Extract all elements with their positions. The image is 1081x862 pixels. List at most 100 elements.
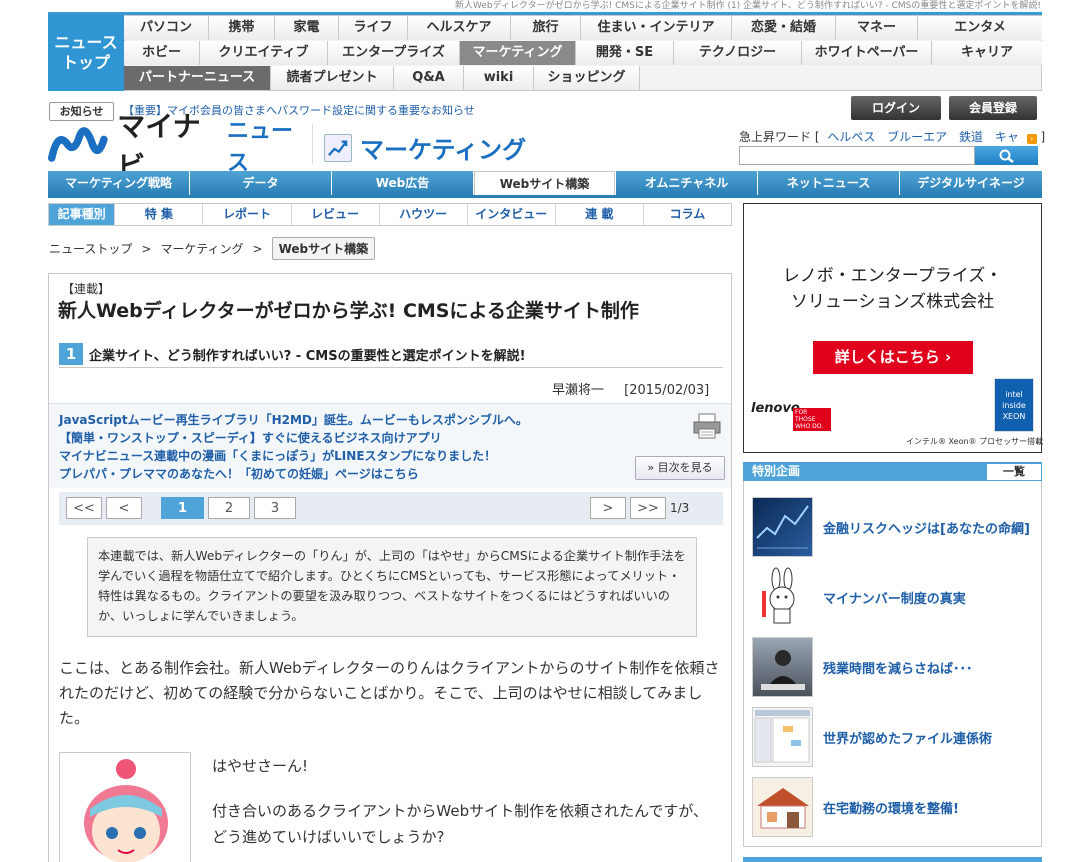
related-links: JavaScriptムービー再生ライブラリ「H2MD」誕生。ムービーもレスポンシ… xyxy=(59,411,528,483)
sidebar-bottom-bar xyxy=(743,857,1042,862)
news-top-label-1: ニュース xyxy=(54,33,118,52)
trend-word[interactable]: ヘルペス xyxy=(827,130,875,144)
search-icon xyxy=(999,149,1014,163)
section-logo[interactable]: マーケティング xyxy=(324,130,526,165)
pager-page-current[interactable]: 1 xyxy=(161,497,204,519)
nav-item[interactable]: クリエイティブ xyxy=(200,41,328,65)
news-top-button[interactable]: ニュース トップ xyxy=(48,15,124,91)
category-tab[interactable]: ネットニュース xyxy=(758,171,899,195)
pager-prev[interactable]: < xyxy=(106,497,142,519)
mynavi-logo-mark xyxy=(48,127,108,162)
trend-word[interactable]: ブルーエア xyxy=(887,130,947,144)
pager-first[interactable]: << xyxy=(66,497,102,519)
trend-words: 急上昇ワード [ ヘルペス ブルーエア 鉄道 キャ › ] xyxy=(739,130,1046,144)
pager-next[interactable]: > xyxy=(590,497,626,519)
toc-button[interactable]: » 目次を見る xyxy=(635,456,725,480)
print-icon[interactable] xyxy=(692,412,722,440)
category-tab[interactable]: オムニチャネル xyxy=(616,171,757,195)
nav-item[interactable]: wiki xyxy=(464,66,534,90)
category-tab[interactable]: デジタルサイネージ xyxy=(900,171,1042,195)
category-tabs: マーケティング戦略 データ Web広告 Webサイト構築 オムニチャネル ネット… xyxy=(48,171,1042,195)
nav-item[interactable]: ホワイトペーパー xyxy=(802,41,932,65)
special-item[interactable]: 金融リスクヘッジは[あなたの命綱] xyxy=(752,497,1034,557)
speech-line-rin-1: はやせさーん! xyxy=(212,757,309,775)
lead-text: 本連載では、新人Webディレクターの「りん」が、上司の「はやせ」からCMSによる… xyxy=(87,537,697,637)
trend-word[interactable]: キャ xyxy=(995,130,1019,144)
breadcrumb-current: Webサイト構築 xyxy=(271,237,376,260)
house-thumb-icon xyxy=(752,777,813,837)
breadcrumb-link[interactable]: ニューストップ xyxy=(49,240,132,257)
breadcrumb-link[interactable]: マーケティング xyxy=(160,240,243,257)
special-item[interactable]: マイナンバー制度の真実 xyxy=(752,567,1034,627)
article-type-item[interactable]: インタビュー xyxy=(466,204,555,225)
ad-details-button[interactable]: 詳しくはこちら › xyxy=(813,341,973,374)
search-input[interactable] xyxy=(739,146,975,165)
ad-title-line: レノボ・エンタープライズ・ xyxy=(782,266,1003,286)
nav-row-2: ホビー クリエイティブ エンタープライズ マーケティング 開発・SE テクノロジ… xyxy=(124,41,1042,65)
article-type-item[interactable]: コラム xyxy=(642,204,731,225)
special-item[interactable]: 在宅勤務の環境を整備! xyxy=(752,777,1034,837)
nav-item[interactable]: Q&A xyxy=(394,66,464,90)
related-link[interactable]: プレパパ・プレママのあなたへ！「初めての妊娠」ページはこちら xyxy=(59,465,528,483)
logo-news: ニュース xyxy=(227,119,294,176)
article-type-item[interactable]: ハウツー xyxy=(378,204,467,225)
body-paragraph: ここは、とある制作会社。新人Webディレクターのりんはクライアントからのサイト制… xyxy=(59,659,720,727)
mynavi-logo[interactable]: マイナビ ニュース xyxy=(48,110,308,183)
intel-xeon-badge: intel inside XEON xyxy=(994,378,1034,432)
search-button[interactable] xyxy=(975,146,1038,165)
breadcrumb-separator: > xyxy=(252,241,263,256)
nav-item[interactable]: 読者プレゼント xyxy=(271,66,394,90)
category-tab-selected[interactable]: Webサイト構築 xyxy=(474,171,615,195)
publish-date: [2015/02/03] xyxy=(624,383,710,398)
related-link[interactable]: マイナビニュース連載中の漫画「くまにっぽう」がLINEスタンプになりました！ xyxy=(59,447,528,465)
chevron-right-icon: › xyxy=(945,348,952,366)
news-top-label-2: トップ xyxy=(61,53,110,72)
special-all-button[interactable]: 一覧 xyxy=(986,463,1042,481)
nav-item[interactable]: 開発・SE xyxy=(576,41,674,65)
nav-item[interactable]: ホビー xyxy=(124,41,200,65)
special-item-label: 世界が認めたファイル連係術 xyxy=(823,731,993,747)
nav-item[interactable]: パソコン xyxy=(124,16,209,40)
nav-item[interactable]: エンタメ xyxy=(918,16,1042,40)
nav-item[interactable]: ショッピング xyxy=(534,66,640,90)
special-item[interactable]: 世界が認めたファイル連係術 xyxy=(752,707,1034,767)
nav-item[interactable]: マネー xyxy=(836,16,918,40)
pager-page[interactable]: 2 xyxy=(208,497,250,519)
category-tab[interactable]: マーケティング戦略 xyxy=(48,171,189,195)
special-item[interactable]: 残業時間を減らさねば･･･ xyxy=(752,637,1034,697)
nav-item[interactable]: テクノロジー xyxy=(674,41,802,65)
pager-last[interactable]: >> xyxy=(630,497,666,519)
related-link[interactable]: JavaScriptムービー再生ライブラリ「H2MD」誕生。ムービーもレスポンシ… xyxy=(59,411,528,429)
nav-item[interactable]: ヘルスケア xyxy=(408,16,511,40)
trend-next-icon[interactable]: › xyxy=(1026,134,1037,144)
nav-item[interactable]: 家電 xyxy=(275,16,339,40)
breadcrumb-separator: > xyxy=(141,241,152,256)
special-item-label: 金融リスクヘッジは[あなたの命綱] xyxy=(823,521,1030,537)
login-button[interactable]: ログイン xyxy=(851,96,941,120)
nav-item[interactable]: キャリア xyxy=(932,41,1042,65)
nav-item[interactable]: 携帯 xyxy=(209,16,275,40)
trend-word[interactable]: 鉄道 xyxy=(959,130,983,144)
nav-item[interactable]: エンタープライズ xyxy=(328,41,460,65)
article-type-item[interactable]: レビュー xyxy=(290,204,379,225)
article-type-item[interactable]: 連 載 xyxy=(554,204,643,225)
category-tab[interactable]: Web広告 xyxy=(332,171,473,195)
special-item-label: 残業時間を減らさねば･･･ xyxy=(823,661,973,677)
nav-item-partner[interactable]: パートナーニュース xyxy=(124,66,271,90)
article-type-bar: 記事種別 特 集 レポート レビュー ハウツー インタビュー 連 載 コラム xyxy=(48,203,732,226)
nav-row-1: パソコン 携帯 家電 ライフ ヘルスケア 旅行 住まい・インテリア 恋愛・結婚 … xyxy=(124,16,1042,40)
nav-item[interactable]: 恋愛・結婚 xyxy=(732,16,836,40)
nav-item[interactable]: 旅行 xyxy=(511,16,581,40)
screenshot-thumb-icon xyxy=(752,707,813,767)
pager-count: 1/3 xyxy=(670,501,690,515)
related-link[interactable]: 【簡単・ワンストップ・スピーディ】すぐに使えるビジネス向けアプリ xyxy=(59,429,528,447)
nav-item-selected[interactable]: マーケティング xyxy=(460,41,576,65)
nav-item[interactable]: 住まい・インテリア xyxy=(581,16,732,40)
register-button[interactable]: 会員登録 xyxy=(949,96,1037,120)
category-tab[interactable]: データ xyxy=(190,171,331,195)
pager-page[interactable]: 3 xyxy=(254,497,296,519)
chart-thumb-icon xyxy=(752,497,813,557)
article-type-item[interactable]: 特 集 xyxy=(114,204,202,225)
nav-item[interactable]: ライフ xyxy=(339,16,408,40)
article-type-item[interactable]: レポート xyxy=(202,204,290,225)
